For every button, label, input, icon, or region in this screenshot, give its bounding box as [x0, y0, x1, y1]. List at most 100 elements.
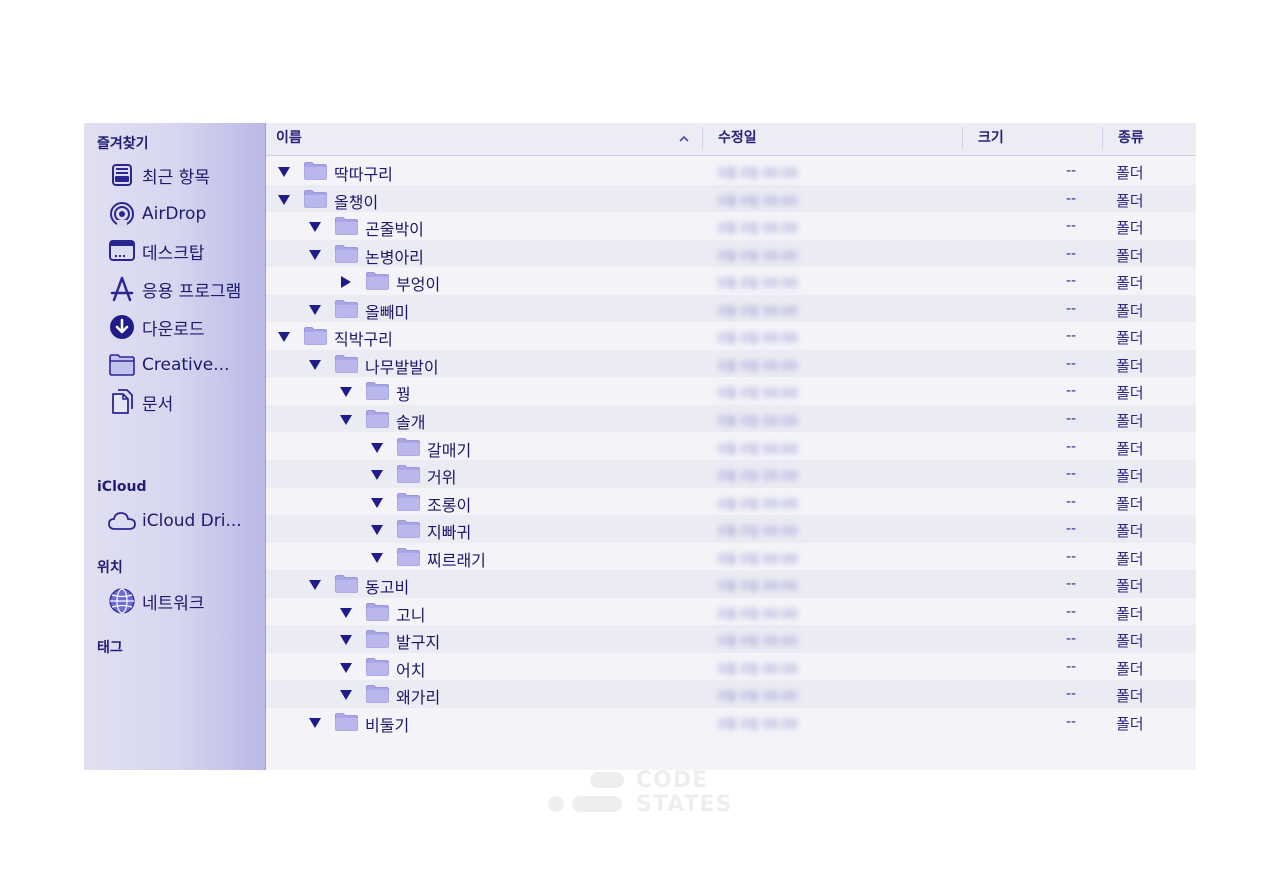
table-row[interactable]: 지빠귀 0월 0일 00:00 -- 폴더 [266, 515, 1196, 543]
sidebar-item-label: 데스크탑 [142, 243, 205, 264]
network-icon [108, 587, 136, 615]
modified-date: 0월 0일 00:00 [718, 606, 798, 621]
disclosure-triangle-collapsed-icon[interactable] [339, 274, 353, 289]
table-row[interactable]: 올빼미 0월 0일 00:00 -- 폴더 [266, 294, 1196, 323]
modified-date: 0월 0일 00:00 [718, 276, 798, 291]
disclosure-triangle-expanded-icon[interactable] [308, 302, 322, 316]
disclosure-triangle-expanded-icon[interactable] [339, 384, 353, 398]
column-header-size[interactable]: 크기 [978, 123, 1004, 155]
column-header-modified[interactable]: 수정일 [718, 123, 757, 155]
file-kind: 폴더 [1116, 301, 1144, 320]
modified-date: 0월 0일 00:00 [718, 496, 798, 511]
table-row[interactable]: 찌르래기 0월 0일 00:00 -- 폴더 [266, 543, 1196, 571]
table-row[interactable]: 왜가리 0월 0일 00:00 -- 폴더 [266, 680, 1196, 708]
airdrop-icon [108, 200, 136, 228]
disclosure-triangle-expanded-icon[interactable] [308, 577, 322, 591]
table-row[interactable]: 거위 0월 0일 00:00 -- 폴더 [266, 460, 1196, 488]
sidebar-item-creative[interactable]: Creative... [108, 351, 229, 379]
table-row[interactable]: 어치 0월 0일 00:00 -- 폴더 [266, 653, 1196, 681]
sidebar-item-label: 최근 항목 [142, 167, 210, 188]
column-header-name[interactable]: 이름 [276, 123, 696, 155]
modified-date: 0월 0일 00:00 [718, 193, 798, 208]
folder-icon [397, 492, 420, 511]
file-name: 어치 [396, 660, 426, 680]
modified-date: 0월 0일 00:00 [718, 358, 798, 373]
table-row[interactable]: 올챙이 0월 0일 00:00 -- 폴더 [266, 184, 1196, 213]
disclosure-triangle-expanded-icon[interactable] [308, 357, 322, 371]
table-row[interactable]: 동고비 0월 0일 00:00 -- 폴더 [266, 570, 1196, 598]
file-size: -- [1066, 245, 1077, 262]
sidebar-item-desktop[interactable]: 데스크탑 [108, 237, 205, 265]
file-kind: 폴더 [1116, 687, 1144, 706]
sidebar-item-recents[interactable]: 최근 항목 [108, 161, 210, 189]
file-kind: 폴더 [1116, 604, 1144, 623]
file-size: -- [1066, 686, 1077, 703]
table-row[interactable]: 꿩 0월 0일 00:00 -- 폴더 [266, 377, 1196, 405]
sidebar-item-documents[interactable]: 문서 [108, 388, 173, 416]
sidebar-item-icloud-drive[interactable]: iCloud Dri... [108, 507, 242, 535]
disclosure-triangle-expanded-icon[interactable] [277, 329, 291, 343]
table-row[interactable]: 비둘기 0월 0일 00:00 -- 폴더 [266, 708, 1196, 736]
table-row[interactable]: 솔개 0월 0일 00:00 -- 폴더 [266, 404, 1196, 433]
disclosure-triangle-expanded-icon[interactable] [308, 715, 322, 729]
folder-icon [304, 162, 327, 180]
column-header-kind[interactable]: 종류 [1118, 123, 1144, 155]
modified-date: 0월 0일 00:00 [718, 386, 798, 401]
modified-date: 0월 0일 00:00 [718, 579, 798, 594]
disclosure-triangle-expanded-icon[interactable] [370, 550, 384, 564]
table-row[interactable]: 부엉이 0월 0일 00:00 -- 폴더 [266, 267, 1196, 295]
applications-icon [108, 275, 136, 303]
disclosure-triangle-expanded-icon[interactable] [308, 247, 322, 261]
column-separator[interactable] [1102, 127, 1103, 149]
table-row[interactable]: 발구지 0월 0일 00:00 -- 폴더 [266, 625, 1196, 653]
column-separator[interactable] [962, 127, 963, 149]
modified-date: 0월 0일 00:00 [718, 331, 798, 346]
disclosure-triangle-expanded-icon[interactable] [339, 687, 353, 701]
table-row[interactable]: 조롱이 0월 0일 00:00 -- 폴더 [266, 488, 1196, 516]
disclosure-triangle-expanded-icon[interactable] [370, 467, 384, 481]
folder-icon [304, 327, 327, 346]
sidebar-item-airdrop[interactable]: AirDrop [108, 200, 206, 228]
disclosure-triangle-expanded-icon[interactable] [370, 522, 384, 536]
file-kind: 폴더 [1116, 411, 1144, 430]
folder-icon [335, 244, 358, 263]
column-separator[interactable] [702, 127, 703, 149]
modified-date: 0월 0일 00:00 [718, 469, 798, 484]
disclosure-triangle-expanded-icon[interactable] [370, 440, 384, 454]
file-size: -- [1066, 273, 1077, 290]
column-header: 이름 수정일 크기 종류 [266, 123, 1196, 156]
file-size: -- [1066, 631, 1077, 648]
disclosure-triangle-expanded-icon[interactable] [277, 192, 291, 206]
disclosure-triangle-expanded-icon[interactable] [277, 164, 291, 178]
logo-text-line1: CODE [636, 768, 709, 793]
file-kind: 폴더 [1116, 356, 1144, 375]
cloud-icon [108, 507, 136, 535]
file-kind: 폴더 [1116, 715, 1144, 733]
disclosure-triangle-expanded-icon[interactable] [370, 495, 384, 509]
disclosure-triangle-expanded-icon[interactable] [308, 219, 322, 233]
file-name: 왜가리 [396, 688, 441, 708]
file-size: -- [1066, 576, 1077, 593]
disclosure-triangle-expanded-icon[interactable] [339, 660, 353, 674]
sidebar-item-downloads[interactable]: 다운로드 [108, 313, 205, 341]
table-row[interactable]: 논병아리 0월 0일 00:00 -- 폴더 [266, 239, 1196, 268]
modified-date: 0월 0일 00:00 [718, 551, 798, 566]
disclosure-triangle-expanded-icon[interactable] [339, 412, 353, 426]
table-row[interactable]: 갈매기 0월 0일 00:00 -- 폴더 [266, 433, 1196, 461]
file-size: -- [1066, 466, 1077, 483]
table-row[interactable]: 고니 0월 0일 00:00 -- 폴더 [266, 598, 1196, 626]
file-size: -- [1066, 493, 1077, 510]
disclosure-triangle-expanded-icon[interactable] [339, 605, 353, 619]
sidebar-item-network[interactable]: 네트워크 [108, 587, 205, 615]
folder-icon [366, 382, 389, 401]
sidebar-item-applications[interactable]: 응용 프로그램 [108, 275, 241, 303]
modified-date: 0월 0일 00:00 [718, 689, 798, 704]
desktop-icon [108, 237, 136, 265]
disclosure-triangle-expanded-icon[interactable] [339, 632, 353, 646]
modified-date: 0월 0일 00:00 [718, 634, 798, 649]
table-row[interactable]: 직박구리 0월 0일 00:00 -- 폴더 [266, 322, 1196, 350]
table-row[interactable]: 나무발발이 0월 0일 00:00 -- 폴더 [266, 349, 1196, 378]
code-states-logo: CODE STATES [548, 768, 738, 820]
table-row[interactable]: 곤줄박이 0월 0일 00:00 -- 폴더 [266, 212, 1196, 240]
table-row[interactable]: 딱따구리 0월 0일 00:00 -- 폴더 [266, 157, 1196, 185]
